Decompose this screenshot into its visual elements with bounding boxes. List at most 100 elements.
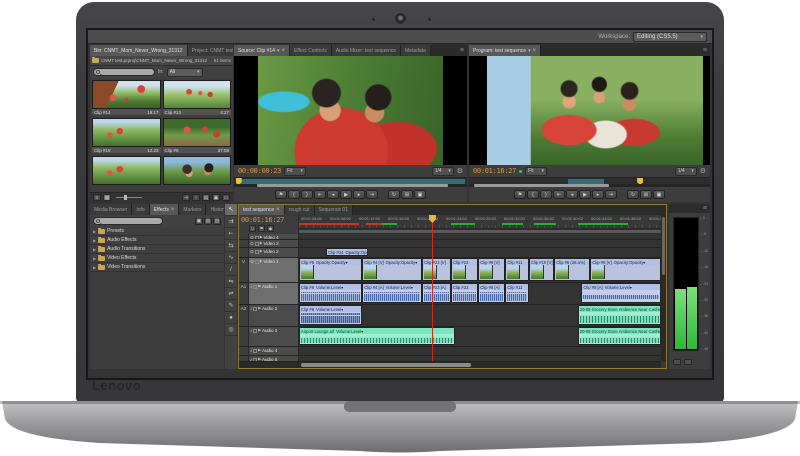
volume-keyframe-line[interactable] (423, 293, 450, 294)
effects-folder-row[interactable]: ▶Presets (90, 227, 224, 236)
work-area-grip[interactable] (299, 230, 661, 233)
program-video-display[interactable] (469, 56, 710, 165)
track-content-a2[interactable]: Clip #6Volume:Level▾20-08 Grocery Store … (299, 305, 661, 326)
tab-media-browser[interactable]: Media Browser (90, 204, 132, 215)
bin-clip[interactable] (163, 156, 232, 192)
selection-tool[interactable]: ↖ (225, 204, 237, 216)
export-frame-button[interactable]: ▣ (653, 190, 665, 199)
timeline-clip[interactable]: Clip #8 [V]Opacity:Opacity▾ (590, 258, 661, 281)
timeline-clip[interactable]: Clip #5 (26.4%) (554, 258, 590, 281)
program-scrubber[interactable] (469, 177, 710, 187)
loop-button[interactable]: ↻ (627, 190, 639, 199)
track-patch-a3[interactable] (239, 327, 249, 346)
scrollbar-handle[interactable] (474, 184, 609, 187)
timeline-clip[interactable]: Clip #9 [V] (478, 258, 505, 281)
tab-metadata[interactable]: Metadata (401, 45, 431, 56)
play-button[interactable]: ▶ (340, 190, 352, 199)
track-patch-a1[interactable]: A1 (239, 283, 249, 304)
effects-folder-row[interactable]: ▶Video Effects (90, 254, 224, 263)
track-patch-v1[interactable]: V (239, 258, 249, 282)
mark-in-button[interactable]: { (288, 190, 300, 199)
clear-icon[interactable]: ▭ (222, 194, 230, 201)
scrollbar-handle[interactable] (301, 363, 471, 367)
source-video-display[interactable] (234, 56, 467, 165)
close-tab-icon[interactable]: × (276, 207, 280, 213)
tab-effects[interactable]: Effects× (150, 204, 180, 215)
loop-button[interactable]: ↻ (388, 190, 400, 199)
source-resolution-dropdown[interactable]: 1/4 ▾ (432, 167, 454, 176)
timeline-clip[interactable]: Clip #4 [V]Opacity:Opacity▾ (362, 258, 422, 281)
program-resolution-dropdown[interactable]: 1/4 ▾ (675, 167, 697, 176)
disclosure-triangle-icon[interactable]: ▶ (260, 235, 263, 239)
effects-folder-row[interactable]: ▶Audio Effects (90, 236, 224, 245)
monitor-zoom-scrollbar[interactable] (234, 184, 467, 187)
timeline-clip[interactable]: Clip #10 [V] (529, 258, 554, 281)
volume-keyframe-line[interactable] (579, 315, 660, 316)
mark-out-button[interactable]: } (540, 190, 552, 199)
timeline-clip[interactable]: 20-08 Grocery Store Ambience Near Cashie… (578, 327, 661, 345)
speaker-icon[interactable]: ♪ (250, 306, 252, 311)
bin-clip[interactable]: Clip #134:27 (163, 80, 232, 116)
accelerated-effects-filter-icon[interactable]: ▣ (195, 218, 203, 225)
tab-history[interactable]: History (206, 204, 224, 215)
track-lock-toggle[interactable] (253, 349, 257, 353)
timeline-clip[interactable]: Clip #23 [V] (422, 258, 451, 281)
slip-tool[interactable]: ⇋ (225, 276, 237, 288)
bin-clip[interactable]: Clip #1912:23 (92, 118, 161, 154)
step-back-button[interactable]: ◂ (566, 190, 578, 199)
yuv-effects-filter-icon[interactable]: ▥ (213, 218, 221, 225)
close-tab-icon[interactable]: × (171, 207, 175, 213)
timeline-clip[interactable]: Clip #24Opacity:Opacity▾ (326, 248, 368, 256)
razor-tool[interactable]: / (225, 264, 237, 276)
workspace-dropdown[interactable]: Editing (CS5.5) ▾ (633, 32, 707, 42)
rolling-edit-tool[interactable]: ⇆ (225, 240, 237, 252)
close-tab-icon[interactable]: × (533, 48, 537, 54)
track-lock-toggle[interactable] (255, 236, 259, 239)
timeline-clip[interactable]: Clip #22 (451, 258, 478, 281)
go-to-in-button[interactable]: ⇤ (314, 190, 326, 199)
volume-keyframe-line[interactable] (363, 293, 421, 294)
step-forward-button[interactable]: ▸ (353, 190, 365, 199)
safe-margins-button[interactable]: ⊞ (401, 190, 413, 199)
tab-test-sequence[interactable]: test sequence × (239, 205, 285, 215)
source-scrubber[interactable] (234, 177, 467, 187)
source-zoom-dropdown[interactable]: Fit ▾ (284, 167, 306, 176)
track-content-a3[interactable]: Airport Lounge.aifVolume:Level▾20-08 Gro… (299, 327, 661, 346)
disclosure-triangle-icon[interactable]: ▶ (93, 229, 96, 234)
track-header-a4[interactable]: ♪▶Audio 4 (249, 347, 299, 355)
disclosure-triangle-icon[interactable]: ▶ (93, 265, 96, 270)
find-icon[interactable]: ○ (192, 194, 200, 201)
tab-markers[interactable]: Markers (179, 204, 206, 215)
track-content-v4[interactable] (299, 234, 661, 239)
scrollbar-handle[interactable] (257, 184, 448, 187)
volume-keyframe-line[interactable] (506, 293, 528, 294)
volume-keyframe-line[interactable] (300, 293, 361, 294)
track-header-v3[interactable]: ⊙▶Video 3 (249, 240, 299, 247)
disclosure-triangle-icon[interactable]: ▶ (258, 306, 261, 311)
timeline-clip[interactable]: Clip #23 [A] (422, 283, 451, 303)
monitor-zoom-scrollbar[interactable] (469, 184, 710, 187)
track-patch-v4[interactable] (239, 234, 249, 239)
track-content-a4[interactable] (299, 347, 661, 355)
track-header-a3[interactable]: ♪▶Audio 3 (249, 327, 299, 346)
timeline-clip[interactable]: Clip #9 [A] (478, 283, 505, 303)
speaker-icon[interactable]: ♪ (250, 328, 252, 333)
eye-icon[interactable]: ⊙ (250, 235, 254, 239)
speaker-icon[interactable]: ♪ (250, 284, 252, 289)
volume-keyframe[interactable] (449, 342, 451, 344)
add-marker-button[interactable]: ⚑ (514, 190, 526, 199)
timeline-clip[interactable]: 20-08 Grocery Store Ambience Near Cashie… (578, 305, 661, 325)
track-patch-a4[interactable] (239, 347, 249, 355)
timeline-clip[interactable]: Clip #8 [A]Volume:Level▾ (581, 283, 661, 303)
track-lock-toggle[interactable] (255, 242, 259, 246)
track-header-v4[interactable]: ⊙▶Video 4 (249, 234, 299, 239)
tab-project[interactable]: Project: CNMT test (188, 45, 233, 56)
zoom-tool[interactable]: ◎ (225, 324, 237, 336)
track-lock-toggle[interactable] (253, 307, 257, 311)
track-content-v2[interactable]: Clip #24Opacity:Opacity▾ (299, 248, 661, 257)
pen-tool[interactable]: ✎ (225, 300, 237, 312)
track-lock-toggle[interactable] (255, 250, 259, 254)
track-patch-v3[interactable] (239, 240, 249, 247)
program-timecode[interactable]: 00:01:16:27 (473, 167, 516, 175)
eye-icon[interactable]: ⊙ (250, 241, 254, 246)
